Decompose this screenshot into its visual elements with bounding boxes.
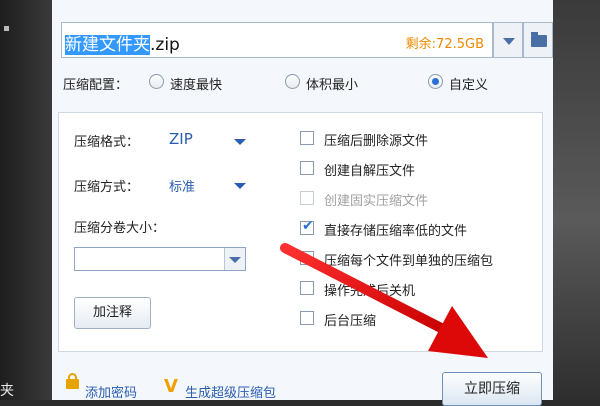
option-label[interactable]: 后台压缩: [324, 310, 376, 329]
archive-extension: .zip: [150, 35, 180, 55]
custom-options-panel: 压缩格式： ZIP 压缩方式： 标准 压缩分卷大小： 加注释 压缩后删除源文件 …: [58, 112, 543, 352]
format-label: 压缩格式：: [74, 135, 140, 150]
option-label: 创建固实压缩文件: [324, 194, 429, 209]
chevron-down-icon[interactable]: [234, 139, 246, 145]
checkbox[interactable]: [300, 161, 314, 175]
desktop-background-right: [553, 0, 600, 400]
checkmark-icon[interactable]: [300, 218, 314, 235]
method-select-value[interactable]: 标准: [169, 176, 195, 195]
desktop-square-icon: [4, 26, 9, 31]
chevron-down-icon[interactable]: [234, 183, 246, 189]
desktop-background-left: 夹: [0, 0, 52, 400]
compress-now-button[interactable]: 立即压缩: [442, 372, 542, 406]
option-label[interactable]: 操作完成后关机: [324, 280, 415, 299]
archive-path-text[interactable]: 新建文件夹.zip: [65, 30, 180, 55]
add-password-link[interactable]: 添加密码: [85, 382, 137, 401]
desktop-label: 夹: [0, 383, 14, 399]
checkbox: [300, 191, 314, 205]
compress-config-label: 压缩配置：: [63, 78, 129, 93]
v-icon[interactable]: V: [164, 376, 178, 397]
radio-smallest-label[interactable]: 体积最小: [306, 74, 358, 93]
method-label: 压缩方式：: [74, 180, 140, 195]
checkbox[interactable]: [300, 281, 314, 295]
super-package-link[interactable]: 生成超级压缩包: [185, 382, 276, 401]
archive-name-selection: 新建文件夹: [65, 35, 150, 55]
archive-path-input[interactable]: 新建文件夹.zip 剩余:72.5GB: [61, 22, 493, 58]
path-history-dropdown[interactable]: [493, 22, 523, 58]
volume-size-combobox[interactable]: [74, 247, 246, 271]
browse-folder-button[interactable]: [523, 22, 553, 58]
format-select-value[interactable]: ZIP: [169, 130, 193, 148]
volume-size-label: 压缩分卷大小：: [74, 221, 166, 236]
radio-custom-label[interactable]: 自定义: [449, 74, 488, 93]
option-label[interactable]: 压缩每个文件到单独的压缩包: [324, 250, 493, 269]
radio-fastest-indicator[interactable]: [149, 74, 164, 89]
add-comment-button[interactable]: 加注释: [74, 297, 151, 329]
checkbox[interactable]: [300, 251, 314, 265]
checkbox[interactable]: [300, 311, 314, 325]
checkbox[interactable]: [300, 131, 314, 145]
radio-custom-indicator[interactable]: [428, 74, 443, 89]
option-label[interactable]: 直接存储压缩率低的文件: [324, 220, 467, 239]
option-label[interactable]: 创建自解压文件: [324, 160, 415, 179]
radio-fastest-label[interactable]: 速度最快: [170, 74, 222, 93]
lock-icon[interactable]: [66, 373, 79, 389]
compress-dialog: 新建文件夹.zip 剩余:72.5GB 压缩配置： 速度最快 体积最小 自定义 …: [52, 0, 553, 406]
free-space-label: 剩余:72.5GB: [405, 37, 484, 52]
folder-icon: [531, 32, 547, 47]
radio-smallest-indicator[interactable]: [285, 74, 300, 89]
chevron-down-icon[interactable]: [224, 248, 245, 270]
option-label[interactable]: 压缩后删除源文件: [324, 130, 428, 149]
